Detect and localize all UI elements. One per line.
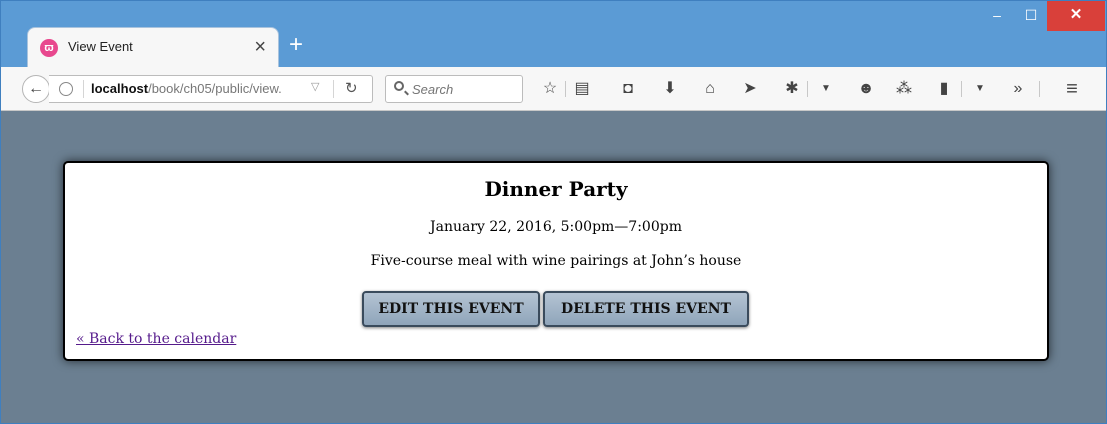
close-tab-icon[interactable]: × xyxy=(254,35,266,59)
back-to-calendar-link[interactable]: « Back to the calendar xyxy=(76,331,236,347)
firefox-logo-icon: ϖ xyxy=(40,39,58,57)
event-description: Five-course meal with wine pairings at J… xyxy=(370,253,742,269)
event-card: Dinner Party January 22, 2016, 5:00pm—7:… xyxy=(63,161,1049,361)
tab-strip: ϖ View Event × + ‒ ☐ ✕ xyxy=(1,1,1106,67)
extension-dropdown-icon[interactable]: ▼ xyxy=(813,77,839,101)
overflow-chevron-icon[interactable]: » xyxy=(1005,77,1031,101)
search-icon xyxy=(394,81,404,91)
menu-icon[interactable]: ≡ xyxy=(1059,77,1085,101)
back-button[interactable]: ← xyxy=(22,75,50,103)
toolbar-divider xyxy=(565,81,566,97)
bookmark-star-icon[interactable]: ☆ xyxy=(537,77,563,101)
search-bar[interactable] xyxy=(385,75,523,103)
url-divider xyxy=(333,80,334,98)
clipboard-icon[interactable]: ▮ xyxy=(931,77,957,101)
tab-title: View Event xyxy=(68,39,133,54)
event-title: Dinner Party xyxy=(484,177,628,201)
search-input[interactable] xyxy=(412,80,518,98)
url-divider xyxy=(83,80,84,98)
download-icon[interactable]: ⬇ xyxy=(657,77,683,101)
close-window-button[interactable]: ✕ xyxy=(1047,1,1105,31)
url-bar[interactable]: localhost/book/ch05/public/view. ▽ ↻ xyxy=(49,75,373,103)
chat-icon[interactable]: ☻ xyxy=(853,77,879,101)
url-path: /book/ch05/public/view. xyxy=(148,81,282,96)
extension-icon[interactable]: ✱ xyxy=(779,77,805,101)
toolbar-divider xyxy=(961,81,962,97)
clipboard-dropdown-icon[interactable]: ▼ xyxy=(967,77,993,101)
minimize-button[interactable]: ‒ xyxy=(979,1,1015,31)
page-content: Dinner Party January 22, 2016, 5:00pm—7:… xyxy=(1,111,1106,423)
reading-list-icon[interactable]: ▤ xyxy=(569,77,595,101)
toolbar-divider xyxy=(807,81,808,97)
tab-view-event[interactable]: ϖ View Event × xyxy=(27,27,279,67)
share-icon[interactable]: ⁂ xyxy=(891,77,917,101)
pocket-icon[interactable]: ◘ xyxy=(615,77,641,101)
maximize-button[interactable]: ☐ xyxy=(1015,1,1047,31)
home-icon[interactable]: ⌂ xyxy=(697,77,723,101)
send-icon[interactable]: ➤ xyxy=(737,77,763,101)
delete-event-button[interactable]: DELETE THIS EVENT xyxy=(543,291,749,327)
url-text[interactable]: localhost/book/ch05/public/view. xyxy=(91,81,282,96)
edit-event-button[interactable]: EDIT THIS EVENT xyxy=(362,291,540,327)
url-dropdown-icon[interactable]: ▽ xyxy=(311,80,319,93)
navigation-toolbar: ← localhost/book/ch05/public/view. ▽ ↻ ☆… xyxy=(1,67,1106,111)
toolbar-divider xyxy=(1039,81,1040,97)
new-tab-button[interactable]: + xyxy=(289,31,303,59)
browser-window: ϖ View Event × + ‒ ☐ ✕ ← localhost/book/… xyxy=(0,0,1107,424)
event-date: January 22, 2016, 5:00pm—7:00pm xyxy=(430,219,682,235)
url-host: localhost xyxy=(91,81,149,96)
reload-icon[interactable]: ↻ xyxy=(345,79,358,97)
site-info-icon[interactable] xyxy=(59,82,73,96)
